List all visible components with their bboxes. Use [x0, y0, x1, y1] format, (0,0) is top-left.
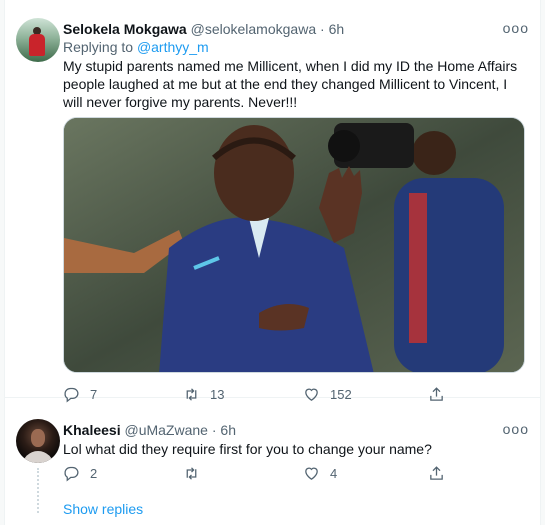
reply-like-button[interactable]: 4	[303, 463, 337, 483]
reply-display-name[interactable]: Khaleesi	[63, 422, 121, 438]
reply-separator-dot: ·	[211, 422, 217, 438]
camera-operator-head	[412, 131, 456, 175]
reply-icon	[64, 466, 79, 482]
reply-more-options-icon[interactable]: ooo	[503, 421, 529, 437]
timestamp[interactable]: 6h	[329, 21, 345, 37]
replying-to-line: Replying to @arthyy_m	[63, 38, 209, 56]
mention-link[interactable]: @arthyy_m	[137, 39, 209, 55]
reply-reply-count: 2	[90, 465, 98, 481]
user-handle[interactable]: @selokelamokgawa	[191, 21, 317, 37]
retweet-icon	[186, 466, 197, 480]
photo-illustration	[64, 118, 524, 372]
share-icon	[430, 465, 443, 480]
reply-user-handle[interactable]: @uMaZwane	[124, 422, 207, 438]
reply-retweet-button[interactable]	[183, 463, 210, 483]
avatar-figure-body	[29, 34, 45, 56]
reply-text: Lol what did they require first for you …	[63, 441, 432, 457]
tweet-photo[interactable]	[63, 117, 525, 373]
tweet-header: Selokela Mokgawa @selokelamokgawa · 6h	[63, 20, 344, 38]
more-options-icon[interactable]: ooo	[503, 20, 529, 36]
display-name[interactable]: Selokela Mokgawa	[63, 21, 187, 37]
tweet-text: My stupid parents named me Millicent, wh…	[63, 58, 518, 110]
avatar[interactable]	[16, 18, 60, 62]
reply-avatar[interactable]	[16, 419, 60, 463]
reply-like-count: 4	[330, 465, 338, 481]
replying-prefix: Replying to	[63, 39, 134, 55]
like-icon	[305, 467, 318, 480]
right-frame	[540, 0, 545, 525]
show-replies-link[interactable]: Show replies	[63, 500, 143, 518]
reply-avatar-shoulders	[22, 451, 54, 463]
camera-lens	[328, 130, 360, 162]
reply-avatar-face	[31, 429, 45, 447]
thread-line	[37, 468, 39, 513]
reply-actions: 2 4	[63, 463, 463, 483]
reply-header: Khaleesi @uMaZwane · 6h	[63, 421, 236, 439]
reply-reply-button[interactable]: 2	[63, 463, 97, 483]
reply-timestamp[interactable]: 6h	[220, 422, 236, 438]
camera-operator-strap	[409, 193, 427, 343]
separator-dot: ·	[320, 21, 325, 37]
reply-share-button[interactable]	[428, 463, 455, 483]
